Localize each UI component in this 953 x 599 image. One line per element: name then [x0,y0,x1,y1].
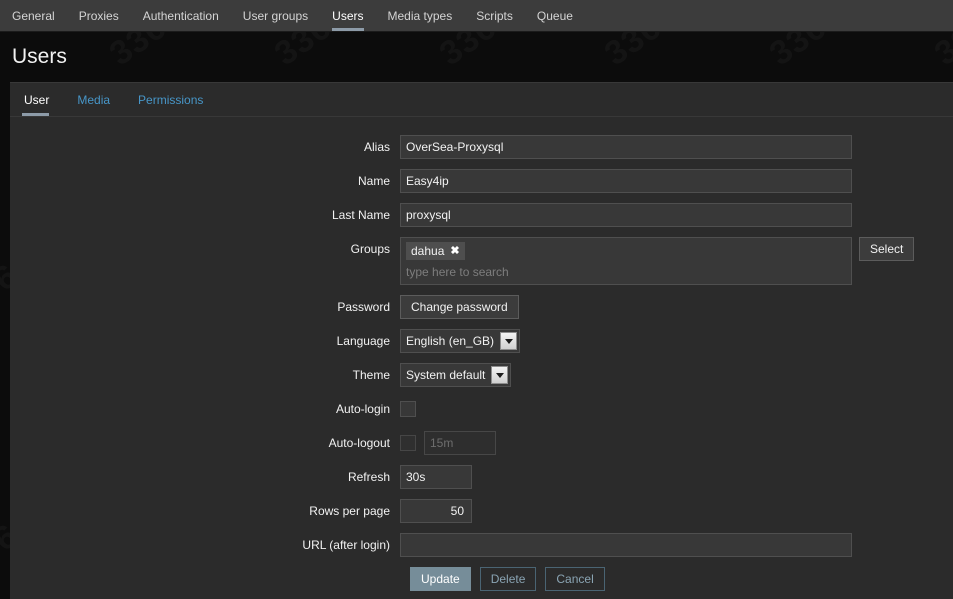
row-refresh: Refresh [10,465,953,489]
row-auto-login: Auto-login [10,397,953,421]
groups-multiselect[interactable]: dahua ✖ type here to search [400,237,852,285]
theme-selected-value: System default [406,368,486,382]
select-button[interactable]: Select [859,237,915,261]
row-groups: Groups dahua ✖ type here to search Selec… [10,237,953,285]
group-chip[interactable]: dahua ✖ [406,242,465,260]
last-name-input[interactable] [400,203,852,227]
auto-login-checkbox[interactable] [400,401,416,417]
topnav-item-scripts[interactable]: Scripts [464,0,525,31]
rows-per-page-input[interactable] [400,499,472,523]
theme-select[interactable]: System default [400,363,512,387]
remove-icon[interactable]: ✖ [450,245,459,257]
row-language: Language English (en_GB) [10,329,953,353]
top-navigation: General Proxies Authentication User groups U… [0,0,953,32]
groups-label: Groups [350,242,390,256]
tab-permissions[interactable]: Permissions [136,93,215,116]
language-selected-value: English (en_GB) [406,334,495,348]
group-chip-label: dahua [411,244,445,258]
zabbix-users-page: 3366433664336643366433664336643366433664… [0,0,953,599]
refresh-input[interactable] [400,465,472,489]
alias-label: Alias [363,140,390,154]
topnav-item-proxies[interactable]: Proxies [67,0,131,31]
user-form: Alias Name Last Name Groups [10,117,953,591]
groups-search-placeholder[interactable]: type here to search [406,263,846,279]
topnav-item-user-groups[interactable]: User groups [231,0,320,31]
row-name: Name [10,169,953,193]
chevron-down-icon[interactable] [491,366,509,384]
update-button[interactable]: Update [410,567,471,591]
auto-login-label: Auto-login [335,402,390,416]
url-label: URL (after login) [302,538,390,552]
alias-input[interactable] [400,135,852,159]
row-theme: Theme System default [10,363,953,387]
name-label: Name [357,174,390,188]
sub-tabs: User Media Permissions [10,83,953,117]
row-password: Password Change password [10,295,953,319]
topnav-item-media-types[interactable]: Media types [376,0,465,31]
content-panel: User Media Permissions Alias Name Last Nam… [10,82,953,599]
auto-logout-label: Auto-logout [328,436,390,450]
theme-label: Theme [352,368,390,382]
row-last-name: Last Name [10,203,953,227]
delete-button[interactable]: Delete [479,567,537,591]
row-alias: Alias [10,135,953,159]
rows-per-page-label: Rows per page [309,504,390,518]
language-label: Language [336,334,390,348]
topnav-item-authentication[interactable]: Authentication [131,0,231,31]
url-input[interactable] [400,533,852,557]
row-auto-logout: Auto-logout [10,431,953,455]
chevron-down-icon[interactable] [500,332,518,350]
name-input[interactable] [400,169,852,193]
refresh-label: Refresh [347,470,390,484]
tab-user[interactable]: User [22,93,61,116]
row-url: URL (after login) [10,533,953,557]
password-label: Password [337,300,390,314]
page-title: Users [12,45,67,68]
change-password-button[interactable]: Change password [400,295,519,319]
row-rows-per-page: Rows per page [10,499,953,523]
language-select[interactable]: English (en_GB) [400,329,521,353]
last-name-label: Last Name [331,208,390,222]
auto-logout-input [424,431,496,455]
topnav-item-users[interactable]: Users [320,0,375,31]
cancel-button[interactable]: Cancel [545,567,605,591]
tab-media[interactable]: Media [75,93,122,116]
page-header: Users [0,32,953,82]
topnav-item-queue[interactable]: Queue [525,0,585,31]
auto-logout-checkbox[interactable] [400,435,416,451]
form-actions: Update Delete Cancel [410,567,953,591]
topnav-item-general[interactable]: General [0,0,67,31]
